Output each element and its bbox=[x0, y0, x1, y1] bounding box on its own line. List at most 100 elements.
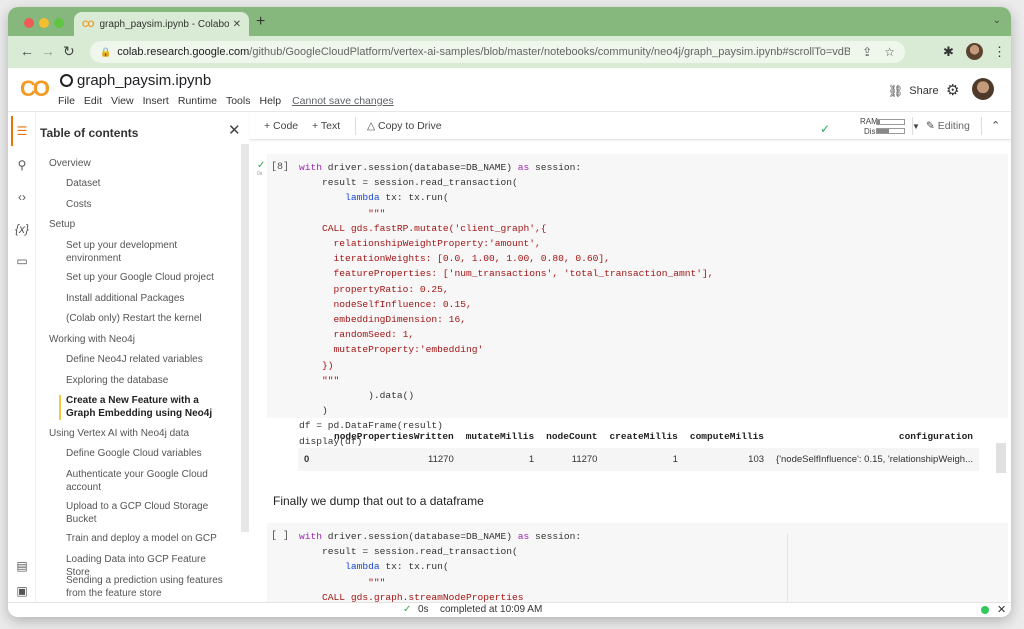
ram-usage-bar bbox=[876, 119, 905, 125]
code-string: mutateProperty:'embedding' bbox=[299, 344, 484, 356]
add-code-cell-button[interactable]: + Code bbox=[264, 120, 298, 132]
status-close-icon[interactable]: ✕ bbox=[997, 603, 1006, 616]
table-cell: {'nodeSelfInfluence': 0.15, 'relationshi… bbox=[770, 448, 979, 471]
column-header: mutateMillis bbox=[465, 431, 535, 442]
toc-item[interactable]: Dataset bbox=[66, 178, 231, 191]
link-icon: ⛓ bbox=[888, 84, 904, 98]
toc-item[interactable]: Setup bbox=[49, 219, 75, 232]
run-cell-button[interactable]: [ ] bbox=[271, 531, 289, 542]
add-text-cell-button[interactable]: + Text bbox=[312, 120, 340, 132]
search-icon[interactable]: ⚲ bbox=[8, 158, 36, 172]
code-line: mutateProperty:'embedding' bbox=[299, 342, 714, 357]
code-editor[interactable]: with driver.session(database=DB_NAME) as… bbox=[299, 529, 857, 602]
toc-item[interactable]: Upload to a GCP Cloud Storage Bucket bbox=[66, 501, 231, 526]
copy-to-drive-button[interactable]: △ Copy to Drive bbox=[367, 120, 442, 132]
settings-gear-icon[interactable]: ⚙ bbox=[946, 81, 959, 99]
code-editor[interactable]: with driver.session(database=DB_NAME) as… bbox=[299, 160, 714, 449]
toc-item[interactable]: Train and deploy a model on GCP bbox=[66, 533, 231, 546]
minimize-window-button[interactable] bbox=[39, 18, 49, 28]
toc-item-active[interactable]: Create a New Feature with a Graph Embedd… bbox=[59, 395, 231, 420]
menu-edit[interactable]: Edit bbox=[84, 95, 102, 107]
url-bar[interactable]: 🔒 colab.research.google.com /github/Goog… bbox=[90, 41, 905, 63]
toc-item[interactable]: Costs bbox=[66, 199, 231, 212]
back-arrow-icon[interactable]: ← bbox=[20, 43, 34, 59]
cell-run-time: 0s bbox=[257, 171, 263, 177]
toc-scrollbar[interactable] bbox=[241, 144, 249, 532]
tab-search-chevron-icon[interactable]: ⌄ bbox=[993, 15, 1001, 26]
share-page-icon[interactable]: ⇪ bbox=[862, 45, 872, 59]
code-snippets-icon[interactable]: ‹› bbox=[8, 190, 36, 204]
colab-header: CO graph_paysim.ipynb File Edit View Ins… bbox=[8, 68, 1011, 112]
menu-view[interactable]: View bbox=[111, 95, 134, 107]
browser-tab[interactable]: CO graph_paysim.ipynb - Colabora ✕ bbox=[74, 12, 249, 36]
toolbar-divider bbox=[912, 117, 913, 135]
toc-item[interactable]: Using Vertex AI with Neo4j data bbox=[49, 428, 189, 441]
table-row: 0 11270 1 11270 1 103 {'nodeSelfInfluence': 0.… bbox=[298, 448, 979, 471]
code-keyword: with bbox=[299, 531, 323, 542]
menu-file[interactable]: File bbox=[58, 95, 75, 107]
menu-help[interactable]: Help bbox=[259, 95, 281, 107]
table-cell: 11270 bbox=[328, 448, 460, 471]
notebook-title[interactable]: graph_paysim.ipynb bbox=[60, 72, 211, 89]
colab-logo[interactable]: CO bbox=[20, 76, 50, 102]
code-string: """ bbox=[299, 576, 386, 588]
toc-item[interactable]: Sending a prediction using features from… bbox=[66, 575, 231, 600]
maximize-window-button[interactable] bbox=[54, 18, 64, 28]
column-header: nodeCount bbox=[546, 431, 598, 442]
notebook-title-text: graph_paysim.ipynb bbox=[77, 72, 212, 89]
save-status-link[interactable]: Cannot save changes bbox=[292, 95, 394, 107]
output-scrollbar[interactable] bbox=[996, 443, 1006, 473]
code-line: relationshipWeightProperty:'amount', bbox=[299, 236, 714, 251]
files-folder-icon[interactable]: ▭ bbox=[8, 254, 36, 268]
user-avatar[interactable] bbox=[972, 78, 994, 100]
toc-item[interactable]: Define Neo4J related variables bbox=[66, 354, 231, 367]
code-cell[interactable]: [ ] with driver.session(database=DB_NAME… bbox=[267, 523, 1008, 602]
code-string: CALL gds.fastRP.mutate('client_graph',{ bbox=[299, 222, 547, 234]
table-cell: 1 bbox=[459, 448, 541, 471]
cell-run-success-icon[interactable]: ✓ bbox=[257, 160, 265, 171]
editing-mode-button[interactable]: ✎ Editing bbox=[926, 120, 970, 132]
code-string: randomSeed: 1, bbox=[299, 329, 415, 341]
command-palette-icon[interactable]: ▤ bbox=[8, 559, 36, 573]
notebook-area: ✓ 0s [8] with driver.session(database=DB… bbox=[250, 140, 1011, 602]
toc-item[interactable]: Exploring the database bbox=[66, 375, 231, 388]
tab-close-icon[interactable]: ✕ bbox=[233, 19, 241, 30]
menu-bar: File Edit View Insert Runtime Tools Help… bbox=[58, 95, 403, 107]
variables-icon[interactable]: {x} bbox=[8, 222, 36, 236]
toc-item[interactable]: Overview bbox=[49, 158, 91, 171]
runtime-dropdown-caret-icon[interactable]: ▼ bbox=[912, 122, 920, 131]
toc-item[interactable]: Define Google Cloud variables bbox=[66, 448, 231, 461]
forward-arrow-icon[interactable]: → bbox=[41, 43, 55, 59]
toc-item[interactable]: Set up your Google Cloud project bbox=[66, 272, 231, 285]
table-cell: 1 bbox=[603, 448, 684, 471]
bookmark-star-icon[interactable]: ☆ bbox=[884, 45, 895, 59]
new-tab-button[interactable]: + bbox=[256, 13, 265, 31]
code-text: result = session.read_transaction( bbox=[299, 177, 518, 189]
browser-profile-avatar[interactable] bbox=[966, 43, 983, 60]
share-button[interactable]: ⛓ Share bbox=[888, 84, 939, 98]
menu-runtime[interactable]: Runtime bbox=[178, 95, 217, 107]
menu-tools[interactable]: Tools bbox=[226, 95, 251, 107]
close-window-button[interactable] bbox=[24, 18, 34, 28]
browser-menu-kebab-icon[interactable]: ⋮ bbox=[993, 44, 1006, 60]
extensions-puzzle-icon[interactable]: ✱ bbox=[943, 44, 954, 60]
toc-item[interactable]: Install additional Packages bbox=[66, 293, 231, 306]
terminal-icon[interactable]: ▣ bbox=[8, 584, 36, 598]
toc-item[interactable]: (Colab only) Restart the kernel bbox=[66, 313, 231, 326]
toolbar-divider bbox=[355, 117, 356, 135]
table-of-contents-icon[interactable]: ☰ bbox=[8, 124, 36, 138]
code-line: }) bbox=[299, 358, 714, 373]
disk-usage-fill bbox=[877, 129, 890, 133]
url-host: colab.research.google.com bbox=[117, 46, 250, 58]
collapse-header-chevron-icon[interactable]: ⌃ bbox=[991, 119, 1000, 132]
menu-insert[interactable]: Insert bbox=[143, 95, 169, 107]
code-cell[interactable]: ✓ 0s [8] with driver.session(database=DB… bbox=[257, 154, 1008, 447]
markdown-text-cell[interactable]: Finally we dump that out to a dataframe bbox=[273, 494, 484, 508]
toc-close-icon[interactable]: ✕ bbox=[228, 121, 241, 139]
reload-icon[interactable]: ↻ bbox=[63, 43, 75, 60]
toc-item[interactable]: Working with Neo4j bbox=[49, 334, 135, 347]
toc-item[interactable]: Set up your development environment bbox=[66, 240, 231, 265]
execution-count: [8] bbox=[271, 162, 290, 173]
toc-item[interactable]: Authenticate your Google Cloud account bbox=[66, 469, 231, 494]
